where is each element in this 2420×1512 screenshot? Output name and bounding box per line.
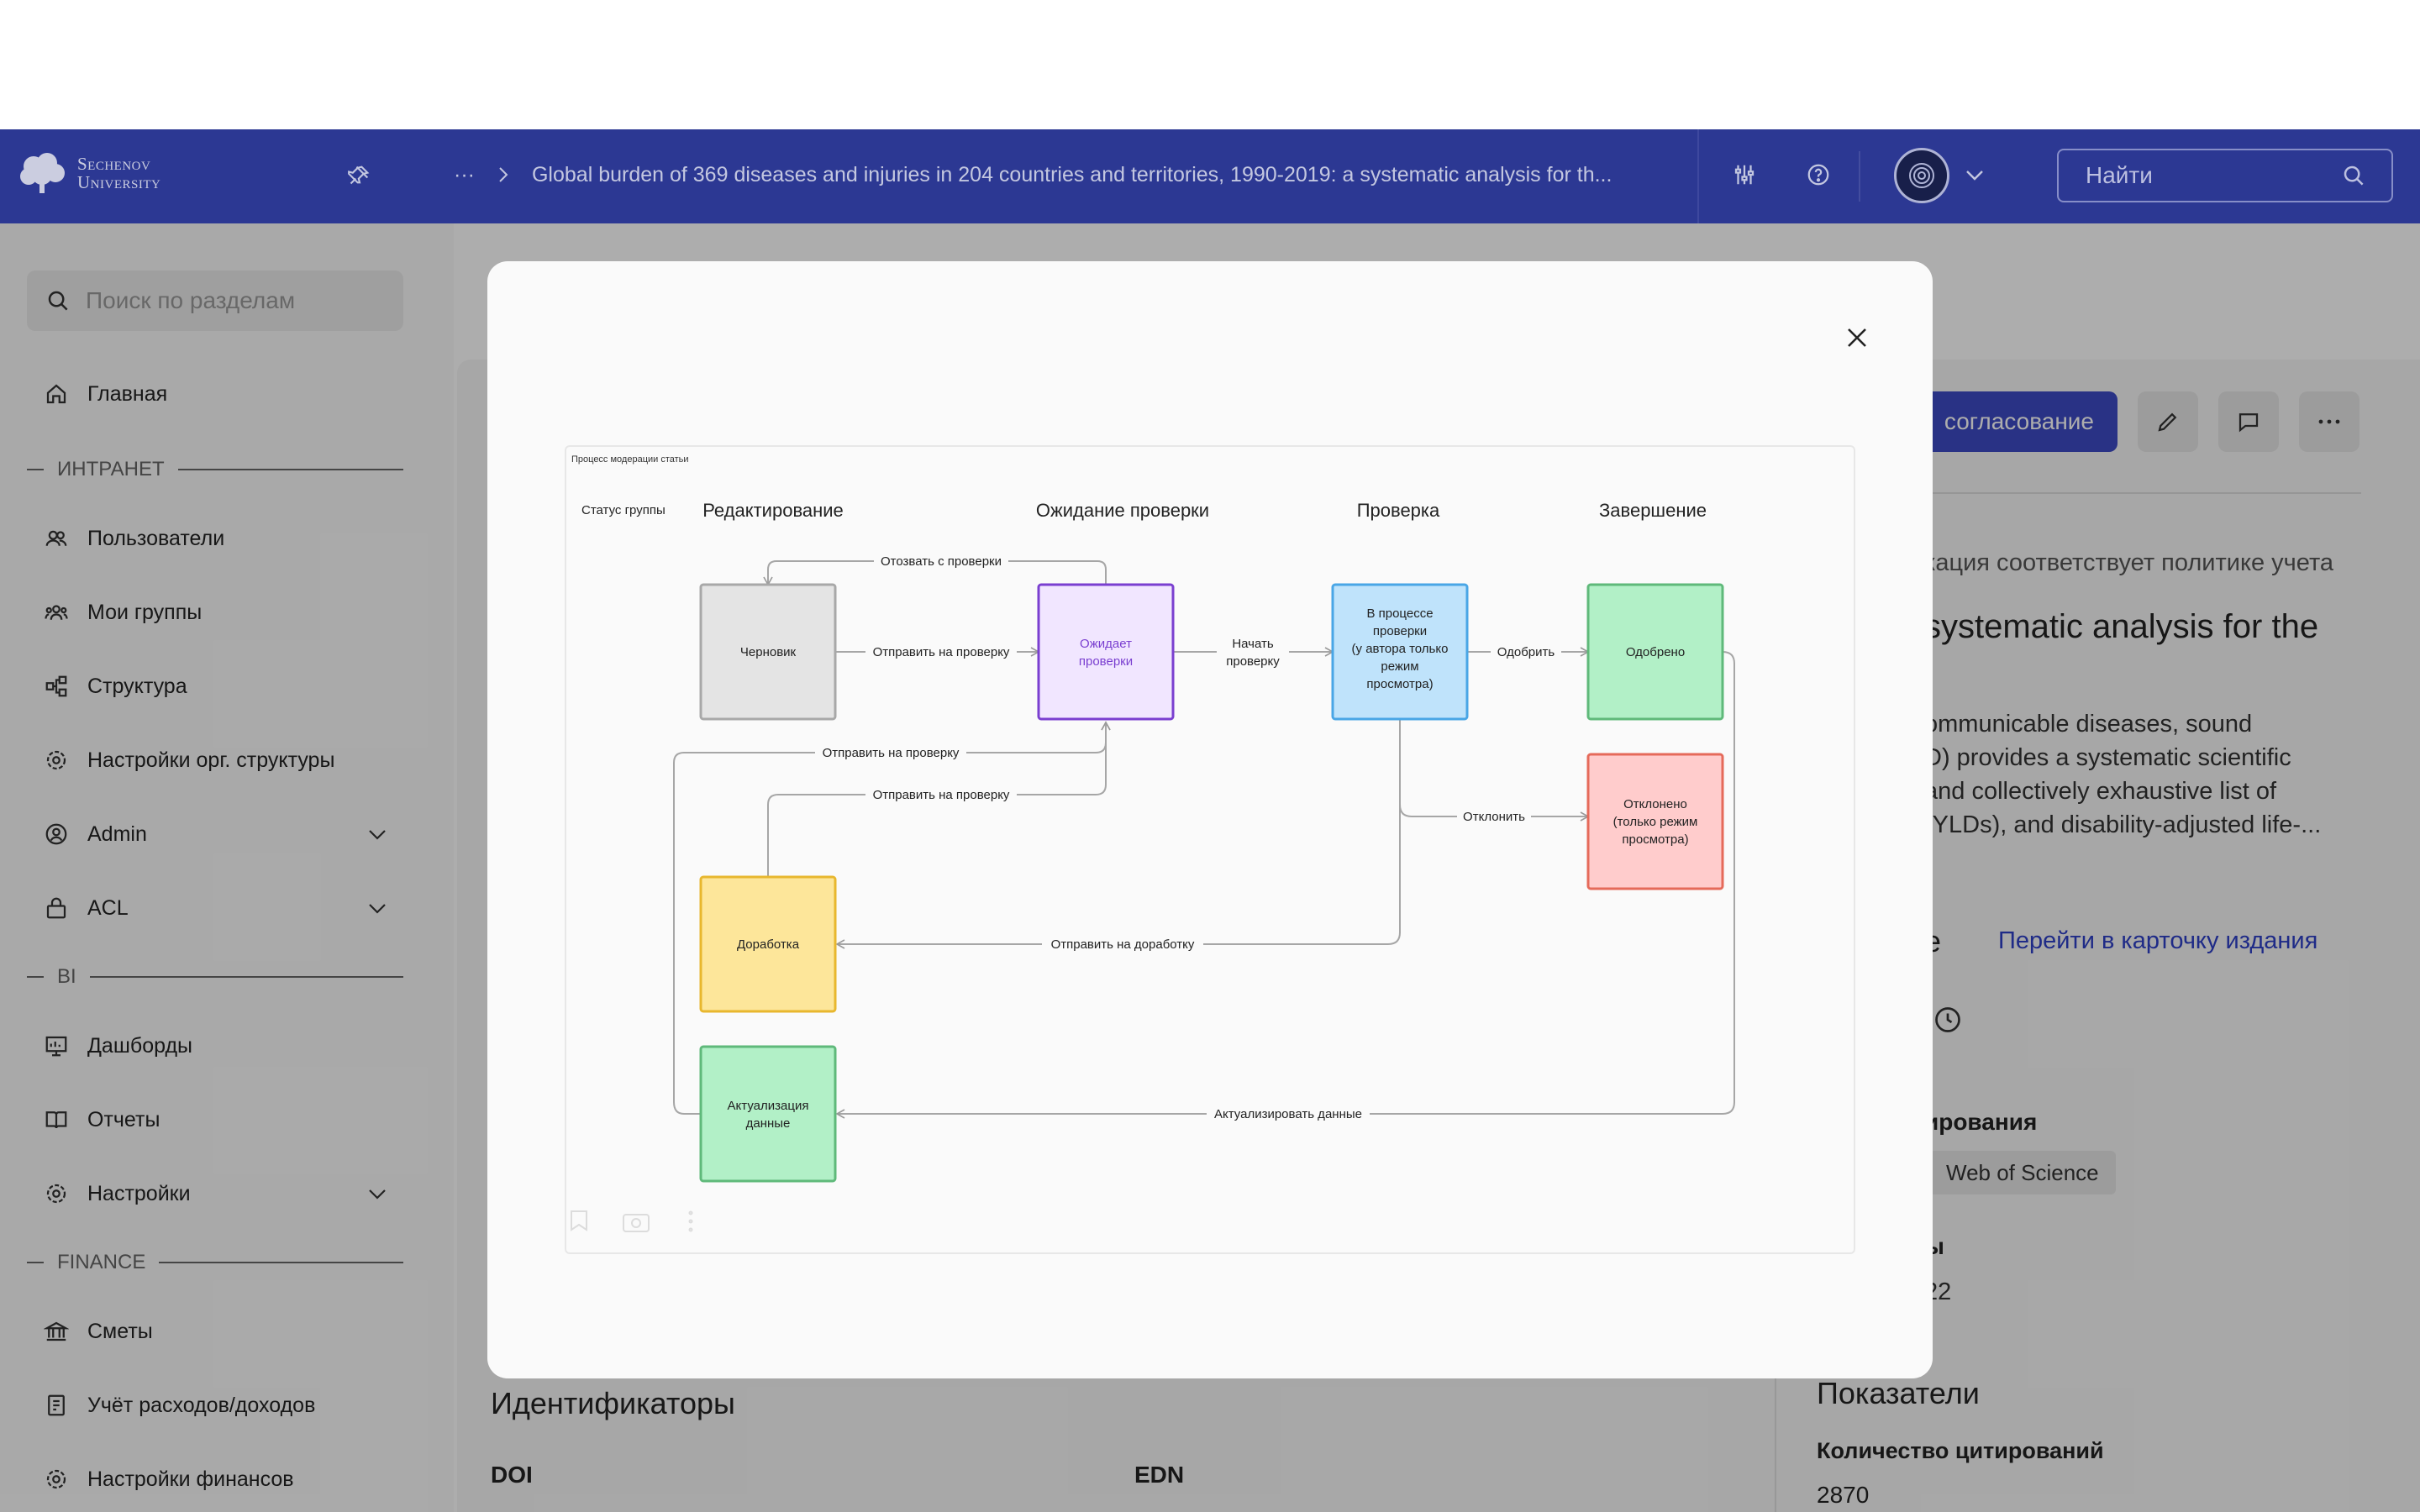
node-label: В процессе — [1366, 606, 1433, 621]
node-approved: Одобрено — [1586, 583, 1724, 721]
node-label: Доработка — [737, 937, 800, 952]
node-update: Актуализация данные — [699, 1045, 837, 1183]
node-draft: Черновик — [699, 583, 837, 721]
node-rejected: Отклонено (только режим просмотра) — [1586, 753, 1724, 890]
camera-icon[interactable] — [623, 1214, 650, 1232]
node-label: проверки — [1373, 624, 1427, 638]
edge-label-send-3: Отправить на проверку — [873, 788, 1010, 802]
column-editing: Редактирование — [702, 500, 844, 521]
node-rework: Доработка — [699, 875, 837, 1013]
column-waiting: Ожидание проверки — [1036, 500, 1209, 521]
header-dim-overlay — [0, 129, 2420, 223]
node-label: просмотра) — [1366, 677, 1433, 691]
edge-label-update: Актуализировать данные — [1214, 1107, 1362, 1121]
node-label: Ожидает — [1080, 637, 1132, 651]
diagram-title: Процесс модерации статьи — [571, 454, 689, 465]
edge-label-send: Отправить на проверку — [873, 645, 1010, 659]
edge-label-send-2: Отправить на проверку — [823, 746, 960, 760]
edge-label-rework: Отправить на доработку — [1051, 937, 1195, 952]
edge-label-reject: Отклонить — [1463, 810, 1525, 824]
node-label: данные — [746, 1116, 791, 1131]
node-label: (только режим — [1613, 815, 1698, 829]
group-status-label: Статус группы — [581, 503, 666, 517]
edge-label-approve: Одобрить — [1497, 645, 1555, 659]
edge-label-start-1: Начать — [1232, 637, 1274, 651]
node-label: (у автора только — [1352, 642, 1449, 656]
close-icon — [1848, 328, 1866, 347]
node-label: просмотра) — [1622, 832, 1688, 847]
more-vertical-icon[interactable] — [688, 1210, 693, 1232]
node-review: В процессе проверки (у автора только реж… — [1331, 583, 1469, 721]
node-waiting: Ожидает проверки — [1037, 583, 1175, 721]
node-label: режим — [1381, 659, 1418, 674]
column-review: Проверка — [1357, 500, 1440, 521]
edge-label-start-2: проверку — [1226, 654, 1280, 669]
node-label: проверки — [1079, 654, 1133, 669]
top-blank-area — [0, 0, 2420, 129]
node-label: Одобрено — [1626, 645, 1685, 659]
bookmark-icon[interactable] — [571, 1210, 587, 1231]
node-label: Актуализация — [728, 1099, 809, 1113]
edge-label-withdraw: Отозвать с проверки — [881, 554, 1002, 569]
workflow-diagram: Процесс модерации статьи Статус группы Р… — [565, 445, 1855, 1254]
node-label: Черновик — [740, 645, 797, 659]
edge-reject — [1399, 719, 1590, 822]
node-label: Отклонено — [1623, 797, 1687, 811]
close-button[interactable] — [1840, 321, 1874, 354]
workflow-diagram-svg: Процесс модерации статьи Статус группы Р… — [571, 454, 1735, 1232]
column-done: Завершение — [1599, 500, 1707, 521]
